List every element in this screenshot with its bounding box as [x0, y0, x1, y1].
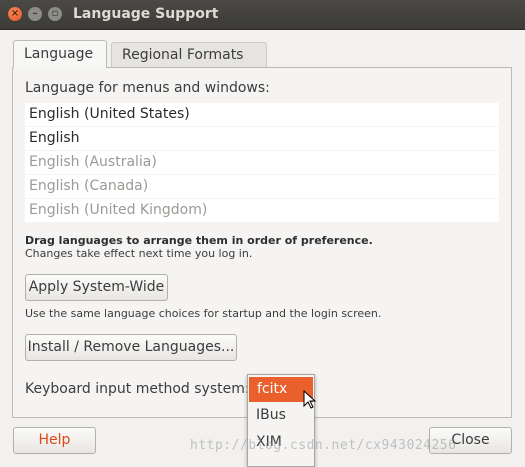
maximize-window-icon[interactable]: ▫: [48, 7, 62, 21]
tab-regional-formats[interactable]: Regional Formats: [111, 42, 267, 67]
change-hint: Changes take effect next time you log in…: [25, 247, 253, 260]
watermark: http://blog.csdn.net/cx943024256: [190, 438, 457, 453]
window-title: Language Support: [73, 6, 219, 22]
menus-language-label: Language for menus and windows:: [25, 80, 270, 96]
list-item[interactable]: English (Australia): [25, 151, 499, 174]
list-item[interactable]: English (United States): [25, 103, 499, 126]
list-item[interactable]: English: [25, 127, 499, 150]
keyboard-input-label: Keyboard input method system:: [25, 381, 250, 397]
mouse-pointer-icon: [303, 390, 317, 409]
title-bar: × – ▫ Language Support: [0, 0, 525, 30]
drag-hint: Drag languages to arrange them in order …: [25, 234, 373, 247]
language-list[interactable]: English (United States) English English …: [25, 103, 499, 223]
apply-system-wide-button[interactable]: Apply System-Wide: [25, 274, 168, 301]
keyboard-input-dropdown[interactable]: fcitx IBus XIM: [247, 374, 315, 467]
list-item[interactable]: English (United Kingdom): [25, 199, 499, 222]
help-button[interactable]: Help: [13, 427, 96, 454]
close-window-icon[interactable]: ×: [8, 7, 22, 21]
minimize-window-icon[interactable]: –: [28, 7, 42, 21]
apply-hint: Use the same language choices for startu…: [25, 307, 382, 320]
tab-language[interactable]: Language: [13, 40, 107, 68]
list-item[interactable]: English (Canada): [25, 175, 499, 198]
install-remove-languages-button[interactable]: Install / Remove Languages...: [25, 334, 237, 361]
